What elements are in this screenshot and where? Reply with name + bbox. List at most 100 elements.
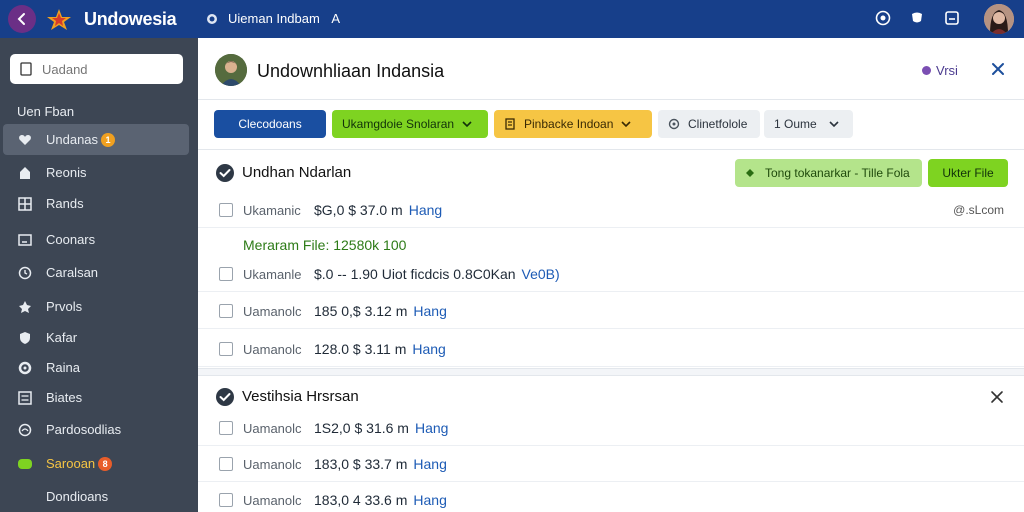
yellow-dropdown-button[interactable]: Pinbacke Indoan bbox=[494, 110, 652, 138]
sidebar-item-raina[interactable]: Raina bbox=[3, 352, 189, 383]
row-link[interactable]: Hang bbox=[415, 420, 448, 436]
brand-name: Undowesia bbox=[84, 9, 177, 29]
window-icon[interactable] bbox=[943, 9, 961, 27]
row-link[interactable]: Ve0B) bbox=[522, 266, 560, 282]
section-title: Vestihsia Hrsrsan bbox=[242, 388, 359, 405]
page-header: Undownhliaan Indansia Vrsi bbox=[198, 38, 1024, 100]
sidebar-item-undanas[interactable]: Undanas 1 bbox=[3, 124, 189, 155]
sidebar-item-rands[interactable]: Rands bbox=[3, 188, 189, 219]
globe-icon bbox=[17, 422, 33, 438]
section-title: Undhan Ndarlan bbox=[242, 164, 352, 181]
home-icon bbox=[206, 12, 218, 24]
row-link[interactable]: Hang bbox=[413, 456, 446, 472]
pin-icon bbox=[17, 299, 33, 315]
search-input[interactable] bbox=[42, 61, 172, 77]
sidebar-item-label: Caralsan bbox=[46, 265, 99, 280]
sidebar-item-pardosodlias[interactable]: Pardosodlias bbox=[3, 414, 189, 445]
chevron-down-icon bbox=[621, 121, 631, 128]
sidebar-item-label: Dondioans bbox=[46, 489, 109, 504]
row-checkbox[interactable] bbox=[219, 421, 233, 435]
row-value: 183,0 4 33.6 m bbox=[314, 492, 408, 508]
row-link[interactable]: Hang bbox=[409, 202, 442, 218]
search-icon bbox=[20, 62, 32, 76]
sidebar-item-label: Prvols bbox=[46, 299, 83, 314]
row-checkbox[interactable] bbox=[219, 457, 233, 471]
section-divider bbox=[198, 368, 1024, 376]
row-link[interactable]: Hang bbox=[412, 341, 445, 357]
close-icon[interactable] bbox=[990, 390, 1004, 404]
row-label: Ukamanic bbox=[243, 203, 301, 218]
sidebar-item-badge: 1 bbox=[101, 132, 116, 147]
table-row[interactable]: Uamanolc 1S2,0 $ 31.6 m Hang bbox=[198, 410, 1024, 446]
green-dropdown-button[interactable]: Ukamgdoie Snolaran bbox=[332, 110, 488, 138]
sidebar-heading: Uen Fban bbox=[17, 104, 75, 119]
search-box[interactable] bbox=[10, 54, 183, 84]
row-link[interactable]: Hang bbox=[413, 492, 446, 508]
row-checkbox[interactable] bbox=[219, 342, 233, 356]
primary-button-label: Clecodoans bbox=[238, 117, 302, 131]
row-value: 185 0,$ 3.12 m bbox=[314, 303, 408, 319]
row-right-value: @.sLcom bbox=[953, 203, 1004, 217]
brand-logo-icon bbox=[46, 7, 72, 31]
upload-file-label: Ukter File bbox=[942, 166, 994, 180]
table-row[interactable]: Uamanolc 183,0 4 33.6 m Hang bbox=[198, 482, 1024, 512]
row-value: $G,0 $ 37.0 m bbox=[314, 202, 403, 218]
gear-icon bbox=[17, 360, 33, 376]
row-checkbox[interactable] bbox=[219, 203, 233, 217]
table-row[interactable]: Ukamanle $.0 -- 1.90 Uiot ficdcis 0.8C0K… bbox=[198, 256, 1024, 292]
primary-button[interactable]: Clecodoans bbox=[214, 110, 326, 138]
row-label: Uamanolc bbox=[243, 304, 302, 319]
sidebar-item-caralsan[interactable]: Caralsan bbox=[3, 257, 189, 288]
row-label: Uamanolc bbox=[243, 342, 302, 357]
table-row[interactable]: Uamanolc 185 0,$ 3.12 m Hang bbox=[198, 293, 1024, 329]
row-checkbox[interactable] bbox=[219, 267, 233, 281]
upload-file-button[interactable]: Ukter File bbox=[928, 159, 1008, 187]
back-button[interactable] bbox=[8, 5, 36, 33]
user-avatar[interactable] bbox=[984, 4, 1014, 34]
chevron-down-icon bbox=[829, 121, 839, 128]
help-icon[interactable] bbox=[874, 9, 892, 27]
clock-icon bbox=[668, 118, 680, 130]
secondary-button[interactable]: Clinetfolole bbox=[658, 110, 760, 138]
clock-icon bbox=[17, 265, 33, 281]
grid-icon bbox=[17, 196, 33, 212]
sidebar-item-label: Pardosodlias bbox=[46, 422, 122, 437]
row-value: 1S2,0 $ 31.6 m bbox=[314, 420, 409, 436]
sidebar-item-reonis[interactable]: Reonis bbox=[3, 157, 189, 188]
sidebar-item-dondioans[interactable]: Dondioans bbox=[3, 481, 189, 512]
sidebar-item-badge: 8 bbox=[98, 456, 113, 471]
table-row[interactable]: Uamanolc 183,0 $ 33.7 m Hang bbox=[198, 446, 1024, 482]
sidebar-item-coonars[interactable]: Coonars bbox=[3, 224, 189, 255]
close-icon[interactable] bbox=[989, 60, 1007, 78]
table-row[interactable]: Uamanolc 128.0 $ 3.11 m Hang bbox=[198, 331, 1024, 367]
sidebar-item-label: Reonis bbox=[46, 165, 87, 180]
sidebar-item-biates[interactable]: Biates bbox=[3, 382, 189, 413]
row-checkbox[interactable] bbox=[219, 304, 233, 318]
tag-icon bbox=[746, 169, 754, 177]
tag-button[interactable]: Tong tokanarkar - Tille Fola bbox=[735, 159, 922, 187]
breadcrumb[interactable]: Uieman Indbam A bbox=[228, 11, 340, 26]
sidebar-item-label: Coonars bbox=[46, 232, 96, 247]
shield-icon bbox=[17, 330, 33, 346]
sidebar-item-label: Rands bbox=[46, 196, 84, 211]
main-panel: Undownhliaan Indansia Vrsi Clecodoans Uk… bbox=[198, 38, 1024, 512]
sidebar-item-sarooan[interactable]: Sarooan 8 bbox=[3, 448, 189, 479]
sidebar-item-kafar[interactable]: Kafar bbox=[3, 322, 189, 353]
table-row[interactable]: Ukamanic $G,0 $ 37.0 m Hang @.sLcom bbox=[198, 192, 1024, 228]
row-link[interactable]: Hang bbox=[413, 303, 446, 319]
count-select[interactable]: 1 Oume bbox=[764, 110, 853, 138]
sidebar-item-label: Biates bbox=[46, 390, 83, 405]
row-label: Ukamanle bbox=[243, 267, 302, 282]
row-value: $.0 -- 1.90 Uiot ficdcis 0.8C0Kan bbox=[314, 266, 516, 282]
notification-icon[interactable] bbox=[908, 9, 926, 27]
count-select-value: 1 Oume bbox=[774, 117, 817, 131]
sidebar-item-label: Kafar bbox=[46, 330, 78, 345]
sidebar-item-prvols[interactable]: Prvols bbox=[3, 291, 189, 322]
version-badge[interactable]: Vrsi bbox=[922, 63, 958, 78]
sidebar-item-label: Undanas bbox=[46, 132, 99, 147]
row-checkbox[interactable] bbox=[219, 493, 233, 507]
file-note: Meraram File: 12580k 100 bbox=[243, 237, 407, 253]
pin-icon bbox=[17, 165, 33, 181]
top-bar: Undowesia Uieman Indbam A bbox=[0, 0, 1024, 38]
avatar bbox=[215, 54, 247, 86]
